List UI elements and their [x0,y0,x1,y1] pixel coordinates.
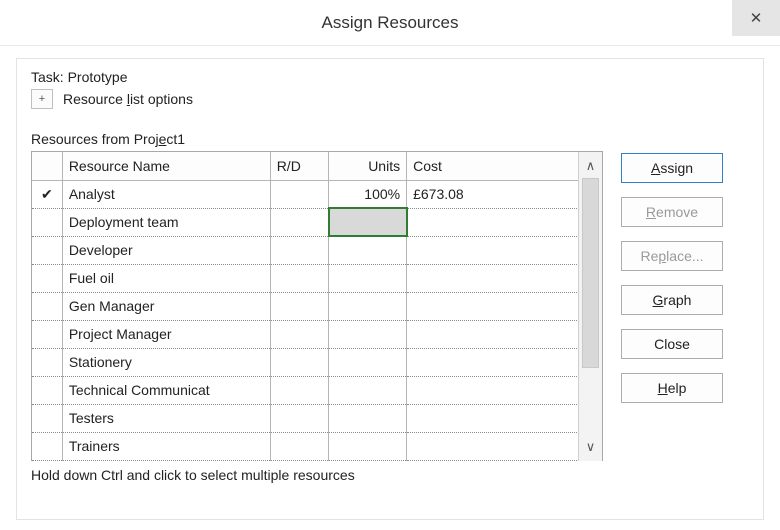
row-units-cell[interactable] [329,404,407,432]
row-name-cell[interactable]: Technical Communicat [62,376,270,404]
vertical-scrollbar[interactable]: ∧ ∨ [578,152,602,461]
multiselect-hint: Hold down Ctrl and click to select multi… [31,467,749,483]
col-name-header[interactable]: Resource Name [62,152,270,180]
row-rd-cell[interactable] [270,292,328,320]
row-units-cell[interactable] [329,348,407,376]
row-units-cell[interactable]: 100% [329,180,407,208]
col-check-header[interactable] [32,152,62,180]
row-check-cell[interactable] [32,320,62,348]
table-row[interactable]: Trainers [32,432,602,460]
resource-grid[interactable]: Resource Name R/D Units Cost ✔Analyst 100… [31,151,603,461]
resource-list-options-label[interactable]: Resource list options [63,91,193,107]
row-cost-cell[interactable] [407,292,602,320]
col-cost-header[interactable]: Cost [407,152,602,180]
row-check-cell[interactable] [32,208,62,236]
row-cost-cell[interactable]: £673.08 [407,180,602,208]
row-rd-cell[interactable] [270,404,328,432]
row-rd-cell[interactable] [270,208,328,236]
table-row[interactable]: Gen Manager [32,292,602,320]
resources-from-label: Resources from Project1 [31,131,749,147]
assign-button[interactable]: Assign [621,153,723,183]
row-name-cell[interactable]: Developer [62,236,270,264]
expand-options-button[interactable]: + [31,89,53,109]
task-label: Task: [31,69,64,85]
row-check-cell[interactable] [32,432,62,460]
col-units-header[interactable]: Units [329,152,407,180]
row-cost-cell[interactable] [407,320,602,348]
row-check-cell[interactable] [32,236,62,264]
replace-button[interactable]: Replace... [621,241,723,271]
table-row[interactable]: Stationery [32,348,602,376]
row-check-cell[interactable] [32,292,62,320]
row-name-cell[interactable]: Deployment team [62,208,270,236]
row-check-cell[interactable] [32,264,62,292]
row-rd-cell[interactable] [270,320,328,348]
main-area: Resource Name R/D Units Cost ✔Analyst 100… [31,151,749,461]
window-title: Assign Resources [321,13,458,33]
row-rd-cell[interactable] [270,376,328,404]
row-name-cell[interactable]: Stationery [62,348,270,376]
assign-resources-dialog: Assign Resources ✕ Task: Prototype + Res… [0,0,780,530]
titlebar: Assign Resources ✕ [0,0,780,46]
table-row[interactable]: Testers [32,404,602,432]
table-row[interactable]: Technical Communicat [32,376,602,404]
row-cost-cell[interactable] [407,432,602,460]
help-button[interactable]: Help [621,373,723,403]
row-rd-cell[interactable] [270,432,328,460]
graph-button[interactable]: Graph [621,285,723,315]
row-cost-cell[interactable] [407,208,602,236]
row-units-cell[interactable] [329,292,407,320]
row-check-cell[interactable]: ✔ [32,180,62,208]
row-name-cell[interactable]: Analyst [62,180,270,208]
inner-panel: Task: Prototype + Resource list options … [16,58,764,520]
col-rd-header[interactable]: R/D [270,152,328,180]
row-units-cell[interactable] [329,432,407,460]
resource-table: Resource Name R/D Units Cost ✔Analyst 100… [32,152,602,461]
client-area: Task: Prototype + Resource list options … [0,46,780,530]
row-units-cell[interactable] [329,320,407,348]
scroll-thumb[interactable] [582,178,599,368]
row-cost-cell[interactable] [407,348,602,376]
task-line: Task: Prototype [31,69,749,85]
row-cost-cell[interactable] [407,264,602,292]
chevron-up-icon: ∧ [586,158,596,174]
row-name-cell[interactable]: Gen Manager [62,292,270,320]
row-cost-cell[interactable] [407,236,602,264]
scroll-up-button[interactable]: ∧ [579,156,602,176]
row-rd-cell[interactable] [270,236,328,264]
row-name-cell[interactable]: Project Manager [62,320,270,348]
close-icon: ✕ [750,9,763,27]
table-row[interactable]: ✔Analyst 100%£673.08 [32,180,602,208]
chevron-down-icon: ∨ [586,439,596,455]
row-units-cell[interactable] [329,208,407,236]
header-row: Resource Name R/D Units Cost [32,152,602,180]
row-name-cell[interactable]: Trainers [62,432,270,460]
table-row[interactable]: Project Manager [32,320,602,348]
table-row[interactable]: Deployment team [32,208,602,236]
task-name: Prototype [68,69,128,85]
row-rd-cell[interactable] [270,180,328,208]
row-rd-cell[interactable] [270,264,328,292]
close-button[interactable]: Close [621,329,723,359]
remove-button[interactable]: Remove [621,197,723,227]
resource-list-options-row: + Resource list options [31,89,749,109]
row-units-cell[interactable] [329,236,407,264]
row-rd-cell[interactable] [270,348,328,376]
row-name-cell[interactable]: Testers [62,404,270,432]
window-close-button[interactable]: ✕ [732,0,780,36]
scroll-down-button[interactable]: ∨ [579,437,602,457]
table-row[interactable]: Developer [32,236,602,264]
row-check-cell[interactable] [32,404,62,432]
row-check-cell[interactable] [32,348,62,376]
table-row[interactable]: Fuel oil [32,264,602,292]
row-units-cell[interactable] [329,264,407,292]
row-cost-cell[interactable] [407,404,602,432]
row-check-cell[interactable] [32,376,62,404]
plus-icon: + [39,93,45,105]
button-column: Assign Remove Replace... Graph Close [621,151,723,461]
row-units-cell[interactable] [329,376,407,404]
row-cost-cell[interactable] [407,376,602,404]
row-name-cell[interactable]: Fuel oil [62,264,270,292]
